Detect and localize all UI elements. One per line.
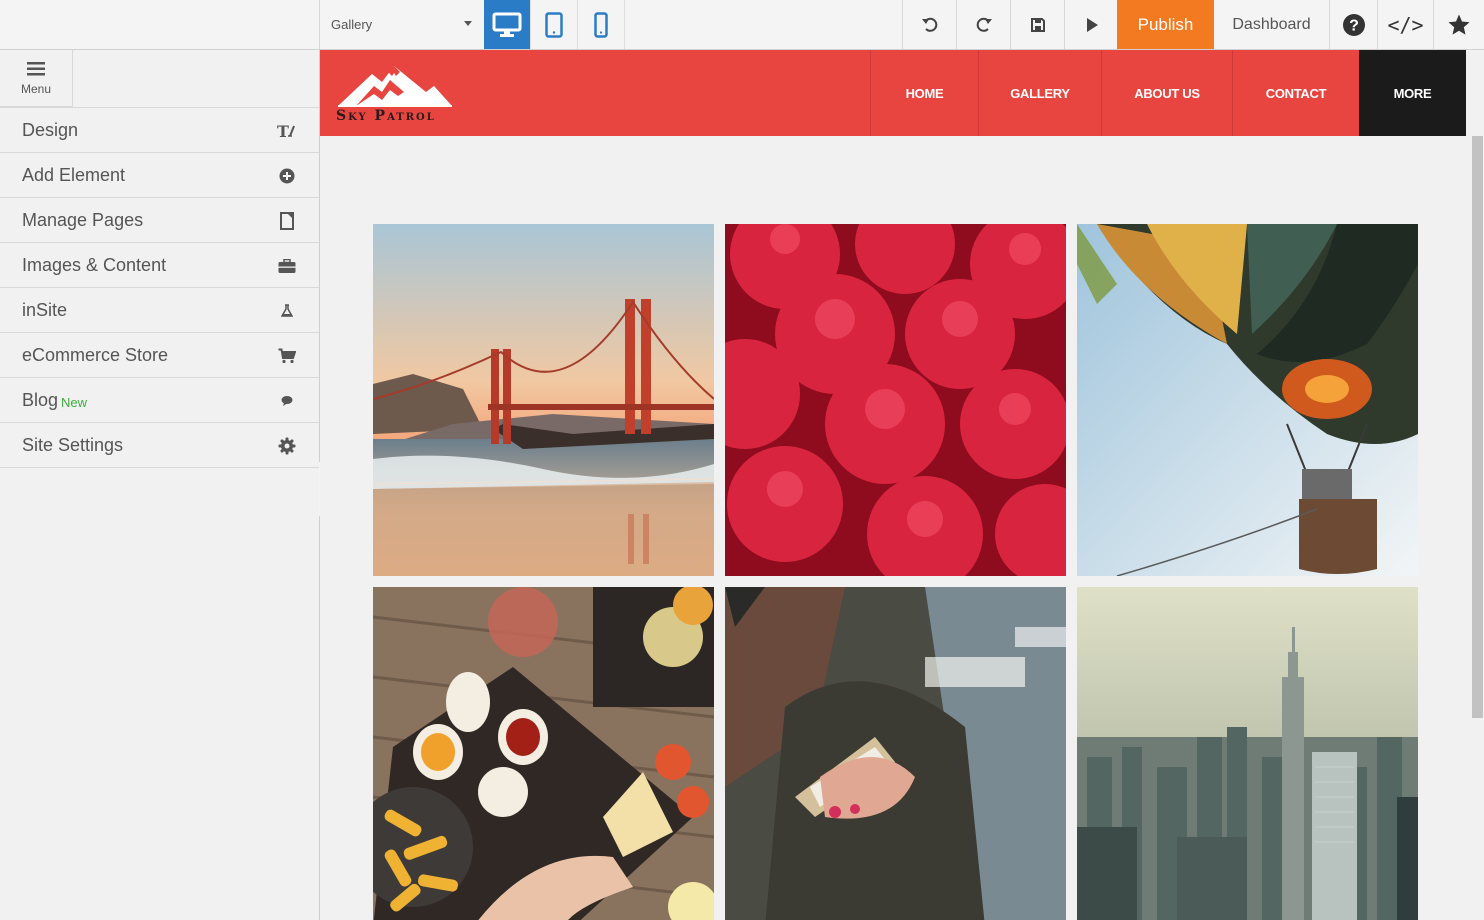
help-glyph: ? <box>1349 17 1359 34</box>
sidebar-item-label: Images & Content <box>22 254 167 275</box>
page-icon <box>277 211 297 231</box>
preview-scrollbar-thumb[interactable] <box>1472 136 1483 718</box>
mobile-icon <box>594 11 608 38</box>
publish-label: Publish <box>1137 14 1194 34</box>
site-logo[interactable]: Sky Patrol <box>334 62 459 126</box>
site-header[interactable]: Sky Patrol HOME GALLERY ABOUT US CONTACT… <box>320 50 1470 136</box>
gear-icon <box>277 436 297 456</box>
text-format-icon: T <box>277 121 297 141</box>
gallery-image-raspberries[interactable] <box>725 224 1066 576</box>
save-icon <box>1030 17 1045 32</box>
bridge-photo <box>373 224 714 576</box>
help-icon: ? <box>1342 13 1365 36</box>
sidebar-item-manage-pages[interactable]: Manage Pages <box>0 198 319 243</box>
nav-home[interactable]: HOME <box>870 50 978 136</box>
sidebar-item-label: Design <box>22 119 79 140</box>
speech-bubble-icon <box>277 391 297 411</box>
preview-play-button[interactable] <box>1064 0 1118 49</box>
undo-button[interactable] <box>902 0 956 49</box>
sidebar-item-label: Site Settings <box>22 434 124 455</box>
plus-circle-icon <box>277 166 297 186</box>
phone-photo <box>725 587 1066 920</box>
site-preview-canvas[interactable]: Sky Patrol HOME GALLERY ABOUT US CONTACT… <box>320 50 1470 920</box>
gallery-image-phone[interactable] <box>725 587 1066 920</box>
favorites-button[interactable] <box>1434 0 1484 49</box>
food-photo <box>373 587 714 920</box>
sidebar-item-insite[interactable]: inSite <box>0 288 319 333</box>
nav-gallery[interactable]: GALLERY <box>978 50 1101 136</box>
new-badge: New <box>61 394 88 410</box>
raspberries-photo <box>725 224 1066 576</box>
hamburger-icon <box>27 61 45 75</box>
nav-about-us[interactable]: ABOUT US <box>1101 50 1232 136</box>
toolbar-spacer <box>0 0 320 49</box>
editor-sidebar: Menu Design T Add Element Manage Pages I… <box>0 50 320 920</box>
sidebar-item-images-content[interactable]: Images & Content <box>0 243 319 288</box>
gallery-image-balloon[interactable] <box>1077 224 1418 576</box>
sidebar-item-site-settings[interactable]: Site Settings <box>0 423 319 468</box>
play-icon <box>1086 17 1098 32</box>
sidebar-item-label: Manage Pages <box>22 209 144 230</box>
briefcase-icon <box>277 256 297 276</box>
gallery-image-food[interactable] <box>373 587 714 920</box>
tablet-view-button[interactable] <box>531 0 578 49</box>
dashboard-button[interactable]: Dashboard <box>1214 0 1330 49</box>
code-editor-button[interactable]: </> <box>1378 0 1434 49</box>
preview-header-edge <box>1466 50 1484 136</box>
star-icon <box>1448 14 1470 35</box>
gallery-image-city[interactable] <box>1077 587 1418 920</box>
site-logo-text: Sky Patrol <box>336 108 436 124</box>
menu-row: Menu <box>0 50 319 108</box>
svg-text:T: T <box>277 122 289 140</box>
sidebar-item-blog[interactable]: Blog New <box>0 378 319 423</box>
desktop-icon <box>492 12 522 37</box>
sidebar-item-design[interactable]: Design T <box>0 108 319 153</box>
flask-icon <box>277 301 297 321</box>
site-nav: HOME GALLERY ABOUT US CONTACT MORE <box>870 50 1466 136</box>
top-toolbar: Gallery Publish Dashboard ? </> <box>0 0 1484 50</box>
mountain-logo-icon <box>338 66 452 107</box>
publish-button[interactable]: Publish <box>1117 0 1214 49</box>
tablet-icon <box>545 11 563 38</box>
sidebar-item-add-element[interactable]: Add Element <box>0 153 319 198</box>
desktop-view-button[interactable] <box>484 0 531 49</box>
nav-more[interactable]: MORE <box>1359 50 1466 136</box>
sidebar-item-label: Blog <box>22 389 59 410</box>
menu-button[interactable]: Menu <box>0 50 73 107</box>
cart-icon <box>277 346 297 366</box>
help-button[interactable]: ? <box>1330 0 1378 49</box>
caret-down-icon <box>464 21 472 26</box>
page-selector-value: Gallery <box>331 17 373 32</box>
dashboard-label: Dashboard <box>1232 15 1311 33</box>
redo-icon <box>976 17 992 32</box>
code-icon: </> <box>1387 12 1424 37</box>
mobile-view-button[interactable] <box>578 0 625 49</box>
city-photo <box>1077 587 1418 920</box>
sidebar-item-label: eCommerce Store <box>22 344 169 365</box>
menu-label: Menu <box>20 81 52 96</box>
sidebar-item-label: inSite <box>22 299 68 320</box>
gallery-image-bridge[interactable] <box>373 224 714 576</box>
save-button[interactable] <box>1010 0 1064 49</box>
sidebar-item-ecommerce-store[interactable]: eCommerce Store <box>0 333 319 378</box>
balloon-photo <box>1077 224 1418 576</box>
nav-contact[interactable]: CONTACT <box>1232 50 1359 136</box>
undo-icon <box>921 17 937 32</box>
sidebar-item-label: Add Element <box>22 164 126 185</box>
redo-button[interactable] <box>956 0 1010 49</box>
page-selector-dropdown[interactable]: Gallery <box>320 0 484 49</box>
